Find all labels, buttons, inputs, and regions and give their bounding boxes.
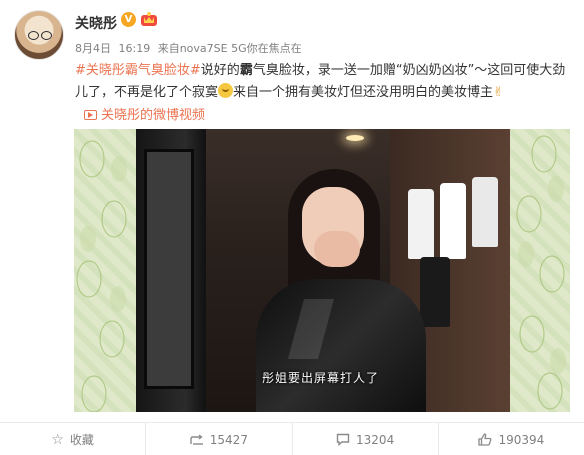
member-crown-icon[interactable] [140,11,158,27]
favorite-button[interactable]: ☆ 收藏 [0,423,147,455]
like-button[interactable]: 190394 [439,423,584,455]
favorite-label: 收藏 [69,433,94,447]
repost-icon [190,433,203,445]
repost-count: 15427 [209,432,248,447]
weibo-post: 关晓彤 V 8月4日 16:19 来自nova7SE 5G你在焦点在 #关晓彤霸… [0,0,584,455]
video-subtitle: 彤姐要出屏幕打人了 [262,371,380,385]
video-link-label: 关晓彤的微博视频 [101,108,206,123]
verified-badge-icon: V [121,12,136,27]
video-link[interactable]: 关晓彤的微博视频 [84,104,205,123]
victory-hand-icon: ✌ [493,85,504,100]
post-content: #关晓彤霸气臭脸妆#说好的霸气臭脸妆，录一送一加赠“奶凶奶凶妆”～这回可使大劲儿… [75,60,575,104]
comment-icon [336,433,350,446]
ceiling-light [346,135,364,141]
thumbs-up-icon [478,433,492,446]
author-name[interactable]: 关晓彤 [75,13,117,33]
content-bold-word: 霸 [239,63,253,78]
post-time[interactable]: 16:19 [119,42,151,55]
avatar-glasses [28,31,52,40]
comment-button[interactable]: 13204 [293,423,439,455]
video-player[interactable]: 彤姐要出屏幕打人了 [74,129,570,412]
repost-button[interactable]: 15427 [146,423,293,455]
hanging-shirt [440,183,466,259]
hanging-shirt [472,177,498,247]
source-prefix: 来自 [157,42,180,55]
door [136,129,206,412]
like-count: 190394 [498,432,545,447]
laughing-emoji-icon [218,83,234,98]
content-text-3: 来自一个拥有美妆灯但还没用明白的美妆博主 [233,85,494,100]
avatar[interactable] [14,10,64,60]
star-icon: ☆ [51,431,64,448]
post-date[interactable]: 8月4日 [75,42,111,55]
comment-count: 13204 [356,432,395,447]
video-play-icon [84,110,97,120]
content-text-1: 说好的 [200,63,240,78]
post-source[interactable]: nova7SE 5G你在焦点在 [180,42,302,55]
post-meta: 8月4日 16:19 来自nova7SE 5G你在焦点在 [75,40,306,56]
topic-link[interactable]: #关晓彤霸气臭脸妆# [75,63,201,78]
action-toolbar: ☆ 收藏 15427 13204 190394 [0,422,584,455]
